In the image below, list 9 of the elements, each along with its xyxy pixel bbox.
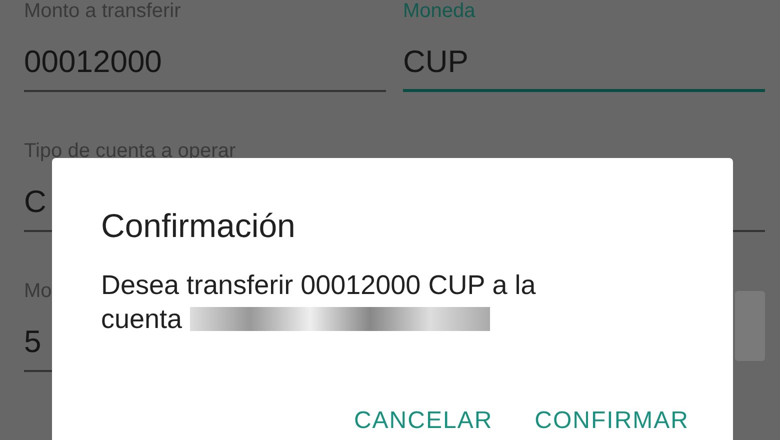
dialog-message: Desea transferir 00012000 CUP a la cuenta [101,269,537,336]
field-value: C [24,183,46,221]
dialog-button[interactable]: CANCELAR [348,404,499,438]
field-value: 00012000 [24,43,162,81]
field-label: Moneda [403,0,476,22]
dialog-title: Confirmación [101,206,296,246]
field-value: 5 [24,323,42,361]
dialog-button[interactable]: CONFIRMAR [528,404,695,438]
field-value: CUP [403,43,468,81]
